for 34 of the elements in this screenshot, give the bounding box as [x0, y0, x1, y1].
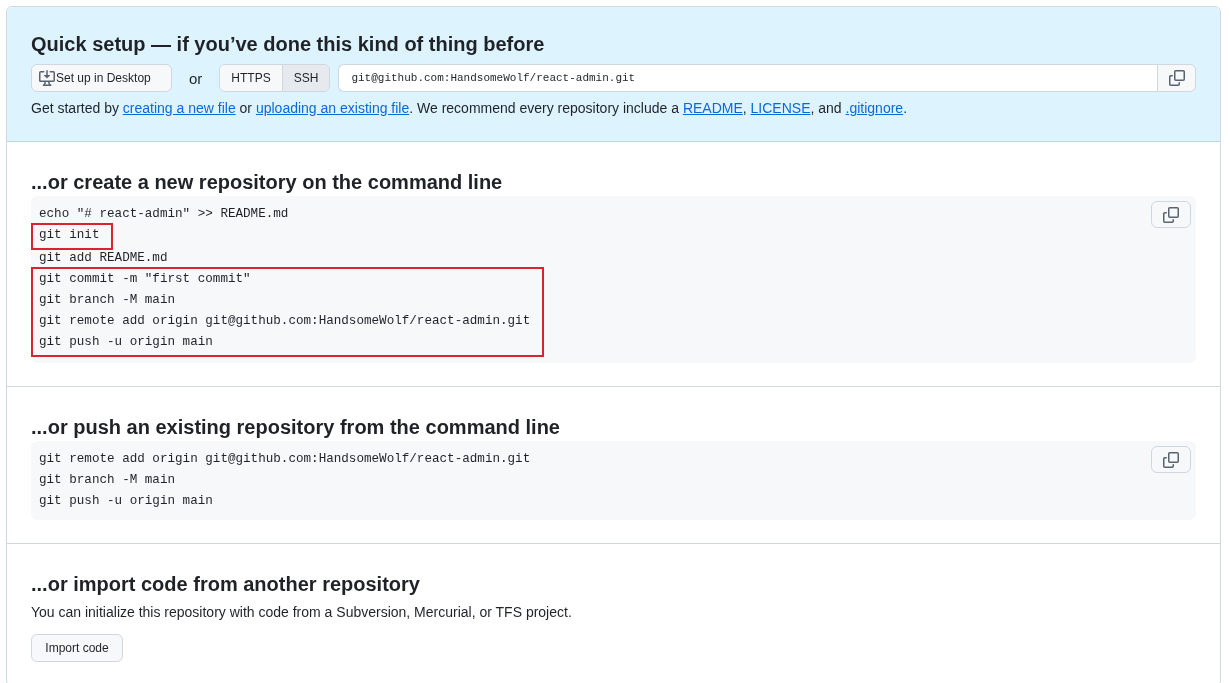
copy-button[interactable]: [1151, 446, 1191, 473]
copy-icon: [1163, 451, 1179, 468]
code-line: git add README.md: [39, 250, 168, 267]
code-line: git push -u origin main: [39, 334, 214, 351]
code-line: echo "# react-admin" >> README.md: [39, 206, 289, 223]
code-line: git branch -M main: [39, 292, 177, 309]
protocol-tab[interactable]: SSH: [281, 65, 330, 91]
help-link[interactable]: README: [682, 100, 743, 116]
code-line: git push -u origin main: [39, 493, 214, 510]
desktop-download-icon: [39, 70, 55, 86]
help-text: Get started by creating a new file or uploading an existing file. We recommend every repository include a README, LICENSE, and .gitignore.: [31, 99, 908, 118]
code-line: git branch -M main: [39, 472, 177, 489]
copy-button[interactable]: [1151, 201, 1191, 228]
help-link[interactable]: creating a new file: [122, 100, 236, 116]
code-line: git commit -m "first commit": [39, 271, 252, 288]
code-line: git remote add origin git@github.com:HandsomeWolf/react-admin.git: [39, 313, 531, 330]
section-title: Quick setup — if you’ve done this kind of thing before: [31, 32, 546, 57]
code-line: git remote add origin git@github.com:HandsomeWolf/react-admin.git: [39, 451, 531, 468]
section-title: ...or import code from another repository: [31, 572, 421, 597]
clone-url-field[interactable]: git@github.com:HandsomeWolf/react-admin.git: [338, 64, 1157, 92]
section-description: You can initialize this repository with code from a Subversion, Mercurial, or TFS project.: [31, 603, 573, 622]
section-title: ...or create a new repository on the command line: [31, 170, 504, 195]
protocol-tab[interactable]: HTTPS: [220, 65, 282, 91]
help-link[interactable]: uploading an existing file: [255, 100, 410, 116]
section-title: ...or push an existing repository from the command line: [31, 415, 561, 440]
or-label: or: [189, 69, 203, 87]
import-code-button[interactable]: Import code: [31, 634, 123, 662]
help-link[interactable]: LICENSE: [750, 100, 811, 116]
copy-icon: [1163, 206, 1179, 223]
help-link[interactable]: .gitignore: [845, 100, 904, 116]
copy-icon: [1168, 70, 1185, 86]
code-line: git init: [39, 227, 100, 244]
desktop-setup-button[interactable]: Set up in Desktop: [31, 64, 172, 92]
copy-button[interactable]: [1157, 64, 1196, 92]
